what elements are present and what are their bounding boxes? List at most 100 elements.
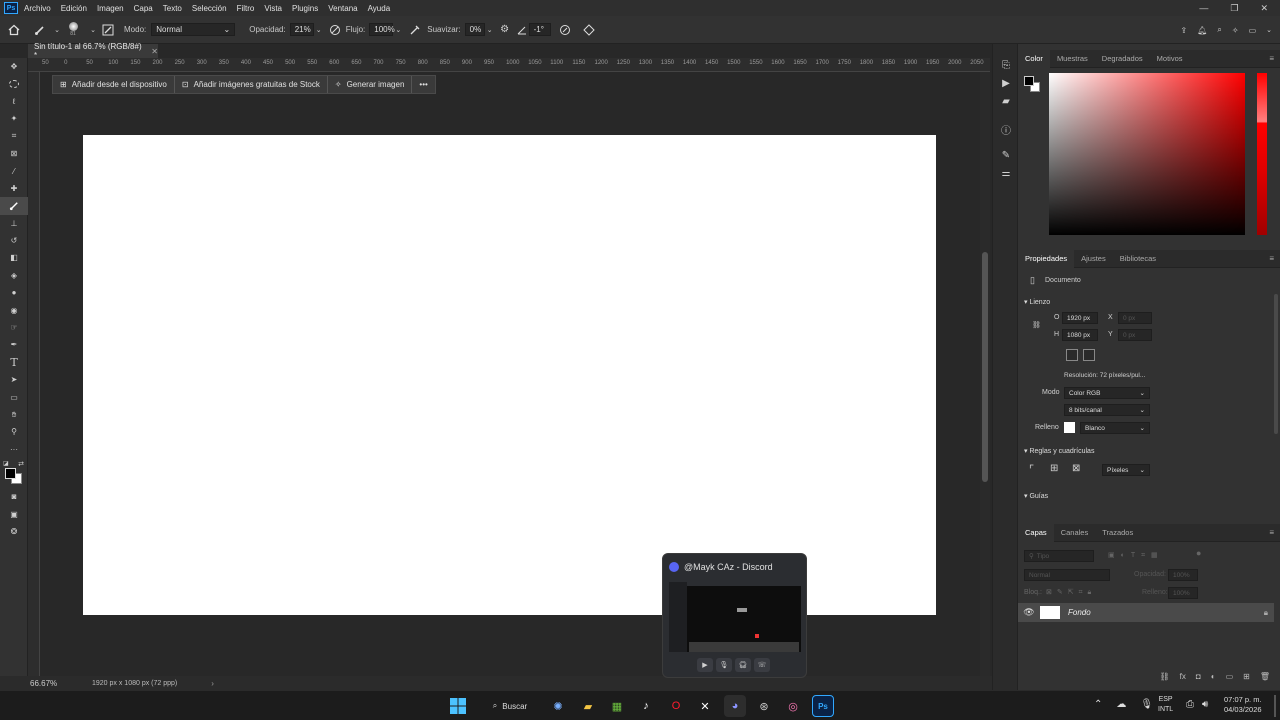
- y-field[interactable]: 0 px: [1118, 329, 1152, 341]
- gear-icon[interactable]: ⚙: [495, 24, 515, 35]
- foreground-color-swatch[interactable]: [1024, 76, 1034, 86]
- clock[interactable]: 07:07 p. m. 04/03/2026: [1224, 695, 1262, 715]
- width-field[interactable]: 1920 px: [1062, 312, 1098, 324]
- paint-bucket-tool-icon[interactable]: ◈: [0, 267, 28, 284]
- headphones-icon[interactable]: 🎧︎: [735, 658, 751, 672]
- new-layer-icon[interactable]: ⊞: [1243, 672, 1250, 686]
- hand-tool-icon[interactable]: ✋︎: [0, 406, 28, 423]
- swap-colors-icon[interactable]: ⇄: [18, 460, 24, 468]
- document-canvas[interactable]: [83, 135, 936, 615]
- info-icon[interactable]: ⓘ: [993, 120, 1019, 138]
- airbrush-icon[interactable]: [403, 24, 427, 36]
- capcut-icon[interactable]: ✕: [694, 695, 716, 717]
- default-colors-icon[interactable]: ◪: [3, 460, 9, 467]
- menu-vista[interactable]: Vista: [264, 4, 282, 13]
- show-desktop-button[interactable]: [1274, 695, 1276, 717]
- vertical-scrollbar[interactable]: [980, 72, 990, 676]
- home-icon[interactable]: [0, 24, 28, 36]
- bell-icon[interactable]: 🔔︎: [1197, 26, 1207, 35]
- opera-icon[interactable]: O: [665, 695, 687, 717]
- smoothing-field[interactable]: 0%: [464, 23, 485, 36]
- chevron-right-icon[interactable]: ›: [211, 679, 214, 688]
- steam-icon[interactable]: ⊛: [753, 695, 775, 717]
- add-mask-icon[interactable]: ◘: [1196, 672, 1201, 686]
- language-indicator[interactable]: ESP INTL: [1158, 695, 1173, 715]
- tab-swatches[interactable]: Muestras: [1050, 54, 1095, 63]
- layer-fill-field[interactable]: 100%: [1168, 587, 1198, 599]
- rulers-grids-section[interactable]: ▾ Reglas y cuadrículas: [1024, 447, 1094, 455]
- eyedropper-tool-icon[interactable]: ⁄: [0, 162, 28, 179]
- units-select[interactable]: Píxeles ⌄: [1102, 464, 1150, 476]
- discord-window-thumbnail[interactable]: [669, 582, 801, 652]
- height-field[interactable]: 1080 px: [1062, 329, 1098, 341]
- add-stock-images-button[interactable]: ⊡ Añadir imágenes gratuitas de Stock: [175, 76, 328, 93]
- pixel-grid-icon[interactable]: ⊠: [1072, 463, 1080, 474]
- zoom-level[interactable]: 66.67%: [30, 679, 92, 688]
- menu-texto[interactable]: Texto: [163, 4, 182, 13]
- generate-image-button[interactable]: ✧ Generar imagen: [328, 76, 413, 93]
- microphone-icon[interactable]: 🎙︎: [716, 658, 732, 672]
- camera-icon[interactable]: ▶: [697, 658, 713, 672]
- properties-scrollbar[interactable]: [1274, 294, 1278, 434]
- healing-brush-tool-icon[interactable]: ✚: [0, 180, 28, 197]
- discord-taskbar-icon[interactable]: ◕: [724, 695, 746, 717]
- smudge-tool-icon[interactable]: ☞: [0, 319, 28, 336]
- tab-color[interactable]: Color: [1018, 49, 1050, 68]
- screen-mode-icon[interactable]: ▣: [0, 505, 28, 522]
- color-field[interactable]: [1049, 73, 1245, 235]
- search-icon[interactable]: ⌕: [1217, 25, 1221, 35]
- pressure-size-icon[interactable]: [551, 24, 579, 36]
- bit-depth-select[interactable]: 8 bits/canal ⌄: [1064, 404, 1150, 416]
- minimize-icon[interactable]: —: [1199, 3, 1208, 13]
- mode-select[interactable]: Normal ⌄: [151, 23, 236, 36]
- history-icon[interactable]: ⎘: [993, 56, 1019, 74]
- opacity-field[interactable]: 21%: [289, 23, 314, 36]
- quick-settings[interactable]: ⎙ 🔊︎: [1186, 699, 1208, 710]
- file-explorer-icon[interactable]: ▰: [577, 695, 599, 717]
- adjustments-icon[interactable]: ⚌: [993, 164, 1019, 182]
- phone-icon[interactable]: ☏: [754, 658, 770, 672]
- microphone-icon[interactable]: 🎙︎: [1140, 699, 1153, 710]
- tab-adjustments[interactable]: Ajustes: [1074, 254, 1113, 263]
- menu-ventana[interactable]: Ventana: [328, 4, 357, 13]
- tab-paths[interactable]: Trazados: [1095, 528, 1140, 537]
- generative-fill-icon[interactable]: ❂: [0, 523, 28, 540]
- stamp-tool-icon[interactable]: ⊥: [0, 215, 28, 232]
- more-options-button[interactable]: •••: [412, 76, 434, 93]
- link-layers-icon[interactable]: ⛓: [1160, 672, 1170, 686]
- flow-field[interactable]: 100%: [369, 23, 395, 36]
- layer-name[interactable]: Fondo: [1068, 608, 1091, 617]
- foreground-color-swatch[interactable]: [5, 467, 16, 479]
- magic-wand-tool-icon[interactable]: ✦: [0, 110, 28, 127]
- tiktok-icon[interactable]: ♪: [635, 695, 657, 717]
- move-tool-icon[interactable]: ✥: [0, 58, 28, 75]
- layer-filter-search[interactable]: ⚲ Tipo: [1024, 550, 1094, 562]
- canvas-section[interactable]: ▾ Lienzo: [1024, 298, 1050, 306]
- filter-toggle-icon[interactable]: ●: [1196, 548, 1201, 558]
- close-icon[interactable]: ✕: [1260, 3, 1268, 14]
- color-mode-select[interactable]: Color RGB ⌄: [1064, 387, 1150, 399]
- restore-icon[interactable]: ❐: [1230, 3, 1238, 14]
- path-selection-tool-icon[interactable]: ➤: [0, 371, 28, 388]
- menu-filtro[interactable]: Filtro: [237, 4, 255, 13]
- hue-slider[interactable]: [1257, 73, 1267, 235]
- onedrive-icon[interactable]: ☁: [1116, 699, 1126, 710]
- x-field[interactable]: 0 px: [1118, 312, 1152, 324]
- grid-icon[interactable]: ⊞: [1050, 463, 1058, 474]
- discord-taskbar-preview[interactable]: @Mayk CAz - Discord ▶ 🎙︎ 🎧︎ ☏: [662, 553, 807, 678]
- layer-opacity-field[interactable]: 100%: [1168, 569, 1198, 581]
- minecraft-icon[interactable]: ▦: [606, 695, 628, 717]
- taskbar-search[interactable]: ⌕ Buscar: [482, 695, 538, 717]
- panel-menu-icon[interactable]: ≡: [1269, 54, 1274, 63]
- menu-ayuda[interactable]: Ayuda: [368, 4, 391, 13]
- chevron-down-icon[interactable]: ⌄: [314, 26, 324, 34]
- tab-channels[interactable]: Canales: [1054, 528, 1096, 537]
- chevron-down-icon[interactable]: ⌄: [1266, 26, 1272, 34]
- share-icon[interactable]: ⇪: [1181, 26, 1188, 35]
- brush-preset-picker[interactable]: 81: [62, 22, 84, 37]
- menu-imagen[interactable]: Imagen: [97, 4, 124, 13]
- menu-seleccion[interactable]: Selección: [192, 4, 227, 13]
- landscape-orientation-icon[interactable]: [1083, 349, 1095, 361]
- chevron-down-icon[interactable]: ⌄: [88, 26, 98, 34]
- tab-patterns[interactable]: Motivos: [1150, 54, 1190, 63]
